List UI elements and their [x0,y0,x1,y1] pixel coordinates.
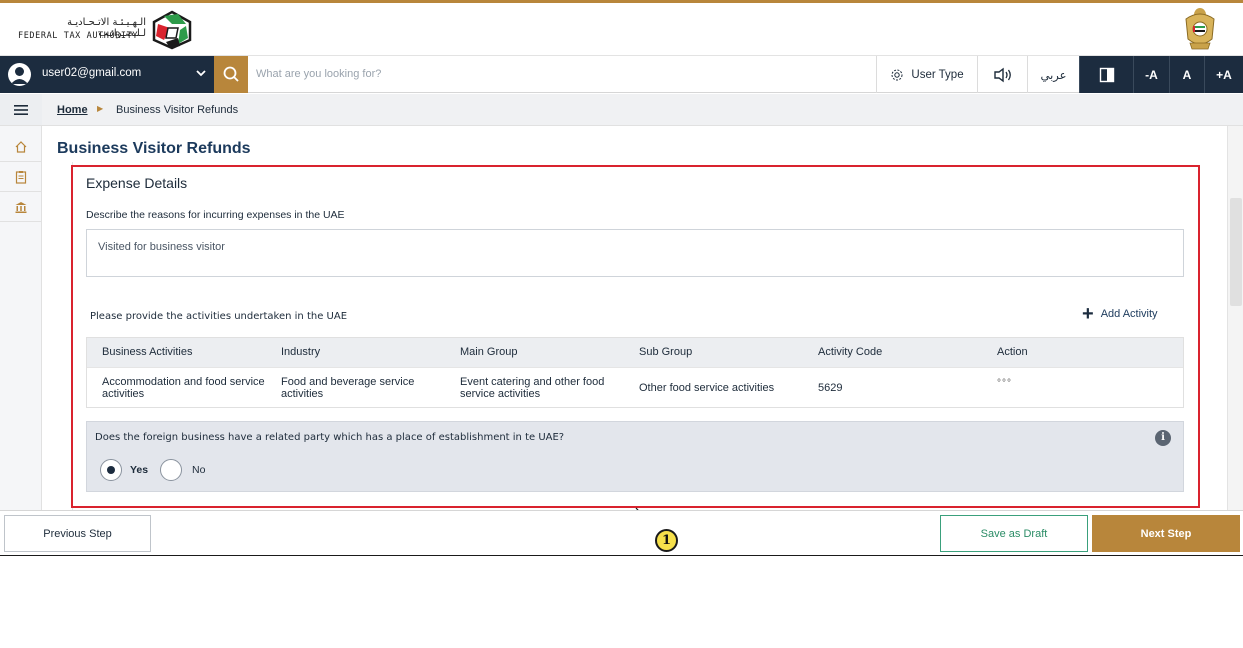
column-header: Business Activities [102,346,193,358]
row-action-menu[interactable]: °°° [982,368,1183,407]
left-sidebar [0,94,42,510]
user-type-label: User Type [911,68,964,81]
top-toolbar: user02@gmail.com User Type عربي [0,56,1243,93]
radio-selected-dot [107,466,115,474]
font-normal-button[interactable]: A [1169,56,1204,93]
clipboard-icon [15,170,27,184]
yes-label: Yes [130,464,149,476]
table-cell: Food and beverage service activities [281,376,415,400]
search-icon [223,66,239,82]
table-row: Accommodation and food service activitie… [87,367,1183,407]
save-draft-button[interactable]: Save as Draft [940,515,1088,552]
search-button[interactable] [214,56,248,93]
no-label: No [192,464,206,476]
table-cell: Event catering and other food service ac… [460,376,605,400]
callout-number-badge: 1 [655,529,678,552]
user-menu[interactable]: user02@gmail.com [0,56,214,93]
column-header: Activity Code [818,346,883,358]
add-activity-label: Add Activity [1100,308,1158,320]
hamburger-icon [14,104,28,115]
font-decrease-button[interactable]: -A [1133,56,1169,93]
uae-emblem-icon [1185,8,1215,50]
sidebar-item-bank[interactable] [0,192,42,222]
contrast-button[interactable] [1079,56,1133,93]
table-header: Business Activities Industry Main Group … [87,338,1183,367]
no-radio[interactable] [160,459,182,481]
sidebar-item-home[interactable] [0,132,42,162]
audio-button[interactable] [977,56,1027,93]
reasons-label: Describe the reasons for incurring expen… [86,209,345,221]
home-icon [15,140,27,153]
breadcrumb-separator-icon: ▶ [97,104,104,113]
font-decrease-label: -A [1145,67,1158,82]
speaker-icon [993,67,1011,82]
user-email: user02@gmail.com [42,67,142,79]
breadcrumb: Home ▶ Business Visitor Refunds [42,94,1243,126]
column-header: Industry [281,346,321,358]
activities-label: Please provide the activities undertaken… [90,311,348,322]
search-input[interactable] [256,62,856,86]
fta-logo-icon[interactable] [150,10,194,50]
question-text: Does the foreign business have a related… [95,432,565,443]
logo-english-text: FEDERAL TAX AUTHORITY [18,31,139,41]
chevron-down-icon[interactable] [194,66,208,80]
scrollbar-thumb[interactable] [1230,198,1242,306]
table-cell: Accommodation and food service activitie… [102,376,265,400]
column-header: Main Group [460,346,518,358]
table-cell: 5629 [818,382,843,394]
arabic-label: عربي [1040,67,1067,82]
column-header: Sub Group [639,346,693,358]
site-header: الـهـيـئـة الاتـحـاديـة لـلـضـرائـب FEDE… [0,3,1243,56]
activities-table: Business Activities Industry Main Group … [86,337,1184,408]
breadcrumb-current: Business Visitor Refunds [116,104,239,116]
previous-step-button[interactable]: Previous Step [4,515,151,552]
menu-toggle[interactable] [0,94,42,126]
sidebar-item-forms[interactable] [0,162,42,192]
font-increase-button[interactable]: +A [1204,56,1243,93]
font-increase-label: +A [1216,67,1232,82]
bank-icon [15,201,27,213]
user-type-button[interactable]: User Type [876,56,977,93]
contrast-icon [1099,67,1114,82]
plus-icon: + [1082,303,1094,325]
add-activity-button[interactable]: + Add Activity [1082,304,1158,324]
related-party-question: Does the foreign business have a related… [86,421,1184,492]
user-avatar-icon [8,63,31,86]
next-step-button[interactable]: Next Step [1092,515,1240,552]
language-toggle[interactable]: عربي [1027,56,1079,93]
page-title: Business Visitor Refunds [57,140,251,157]
reasons-textarea[interactable]: Visited for business visitor [86,229,1184,277]
info-icon[interactable]: i [1155,430,1171,446]
scrollbar[interactable] [1227,126,1243,510]
section-title: Expense Details [86,175,188,191]
gear-icon [891,69,903,80]
column-header: Action [997,346,1028,358]
footer-bar: Previous Step Save as Draft Next Step [0,510,1243,556]
yes-radio[interactable] [100,459,122,481]
font-normal-label: A [1182,67,1192,82]
table-cell: Other food service activities [639,382,775,394]
breadcrumb-home-link[interactable]: Home [57,104,88,116]
